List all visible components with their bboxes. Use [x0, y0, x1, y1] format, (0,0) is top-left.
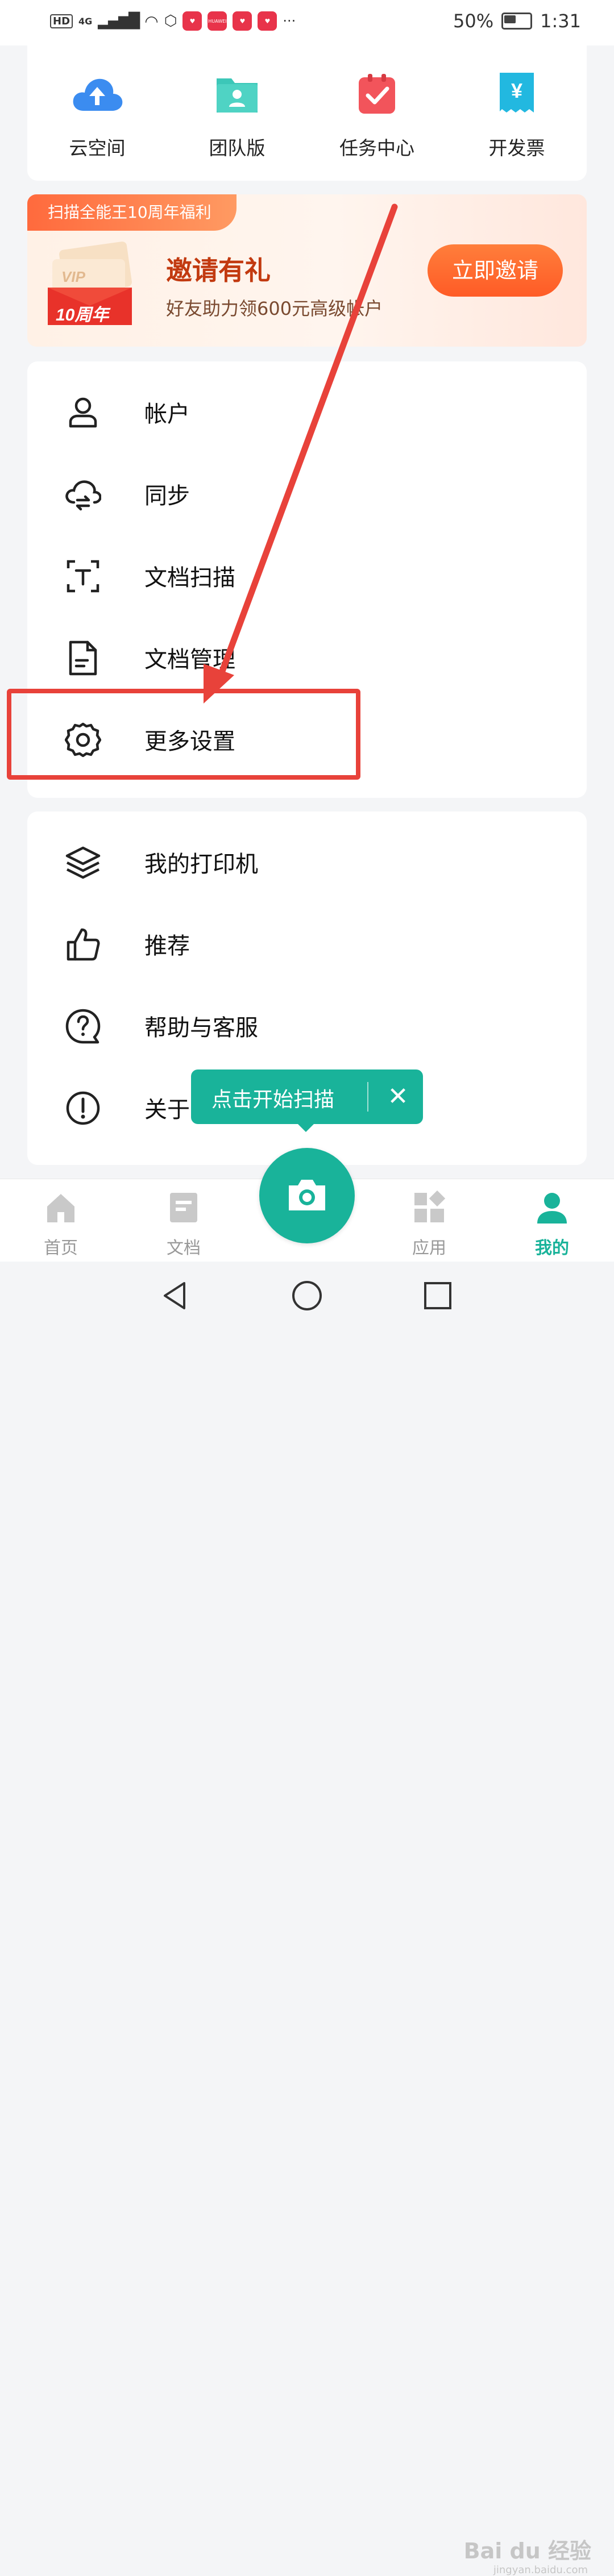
- tab-label: 我的: [535, 1238, 569, 1258]
- quick-actions-card: 云空间 团队版 任务中心 ¥ 开发票: [27, 45, 587, 181]
- menu-item-label: 帐户: [144, 401, 190, 427]
- document-icon: [69, 640, 97, 676]
- invoice-yen-icon: ¥: [491, 68, 543, 120]
- huawei-app-icon: HUAWEI: [208, 11, 227, 31]
- cloud-sync-icon: [65, 480, 101, 511]
- quick-action-cloud[interactable]: 云空间: [27, 68, 167, 160]
- tab-me[interactable]: 我的: [515, 1187, 589, 1259]
- battery-level-fill: [504, 15, 516, 23]
- tab-label: 文档: [167, 1238, 201, 1258]
- tab-label: 应用: [412, 1238, 446, 1258]
- back-icon[interactable]: [158, 1279, 192, 1313]
- menu-item-account[interactable]: 帐户: [27, 369, 587, 451]
- scan-tooltip: 点击开始扫描 ✕: [191, 1069, 423, 1124]
- help-chat-icon: [65, 1009, 101, 1044]
- recents-square-icon[interactable]: [421, 1279, 455, 1313]
- ticket-vip-text: VIP: [61, 268, 86, 285]
- ticket-anniversary-text: 10周年: [56, 306, 111, 324]
- camera-scan-button[interactable]: [259, 1148, 355, 1243]
- thumbs-up-icon: [67, 928, 100, 961]
- menu-item-label: 同步: [144, 483, 190, 509]
- notification-app-icon: ♥: [233, 11, 252, 31]
- signal-icon: ▂▄▆█: [98, 13, 140, 30]
- quick-action-label: 开发票: [488, 137, 545, 159]
- info-icon: [66, 1091, 100, 1125]
- menu-item-label: 文档扫描: [144, 565, 235, 591]
- wifi-icon: ◠: [144, 11, 159, 31]
- close-icon[interactable]: ✕: [381, 1076, 415, 1117]
- tab-apps[interactable]: 应用: [392, 1187, 466, 1259]
- tooltip-divider: [367, 1082, 368, 1112]
- invite-banner[interactable]: 扫描全能王10周年福利 VIP 10周年 邀请有礼 好友助力领600元高级帐户 …: [27, 194, 587, 347]
- menu-item-label: 帮助与客服: [144, 1015, 258, 1041]
- quick-action-invoice[interactable]: ¥ 开发票: [447, 68, 587, 160]
- cloud-upload-icon: [71, 68, 123, 120]
- home-icon: [47, 1194, 74, 1222]
- tab-documents[interactable]: 文档: [147, 1187, 221, 1259]
- menu-item-recommend[interactable]: 推荐: [27, 901, 587, 983]
- banner-tag: 扫描全能王10周年福利: [27, 194, 237, 231]
- battery-percent: 50%: [453, 10, 494, 32]
- layers-icon: [65, 846, 101, 879]
- quick-action-label: 任务中心: [339, 137, 414, 159]
- tab-home[interactable]: 首页: [24, 1187, 98, 1259]
- menu-item-help[interactable]: 帮助与客服: [27, 983, 587, 1065]
- status-right: 50% 1:31: [453, 10, 581, 32]
- shield-app-icon: ⬡: [164, 13, 177, 30]
- tooltip-text: 点击开始扫描: [211, 1088, 335, 1112]
- clock: 1:31: [540, 10, 581, 32]
- menu-item-label: 推荐: [144, 933, 190, 959]
- person-icon: [69, 397, 97, 428]
- notification-app-icon: ♥: [182, 11, 202, 31]
- menu-item-label: 文档管理: [144, 647, 235, 673]
- menu-item-doc-scan[interactable]: 文档扫描: [27, 533, 587, 615]
- banner-title: 邀请有礼: [166, 255, 271, 286]
- hd-indicator: HD: [50, 14, 73, 28]
- task-check-icon: [351, 68, 403, 120]
- camera-icon: [289, 1180, 325, 1210]
- home-circle-icon[interactable]: [290, 1279, 324, 1313]
- doc-tab-icon: [170, 1193, 197, 1222]
- battery-icon: [501, 13, 533, 30]
- status-left: HD 4G ▂▄▆█ ◠ ⬡ ♥ HUAWEI ♥ ♥ ···: [50, 11, 296, 31]
- quick-action-tasks[interactable]: 任务中心: [307, 68, 447, 160]
- tooltip-pointer: [297, 1123, 315, 1132]
- menu-item-printer[interactable]: 我的打印机: [27, 819, 587, 901]
- svg-text:¥: ¥: [511, 79, 522, 102]
- more-notifications-icon: ···: [283, 13, 296, 29]
- menu-item-label: 关于: [144, 1097, 190, 1123]
- apps-icon: [414, 1190, 446, 1222]
- watermark-logo: Bai du 经验: [463, 2538, 591, 2563]
- watermark-url: jingyan.baidu.com: [493, 2564, 588, 2576]
- menu-item-sync[interactable]: 同步: [27, 451, 587, 533]
- profile-icon: [537, 1193, 567, 1224]
- notification-app-icon: ♥: [258, 11, 277, 31]
- quick-action-team[interactable]: 团队版: [167, 68, 307, 160]
- quick-action-label: 云空间: [69, 137, 126, 159]
- menu-item-doc-manage[interactable]: 文档管理: [27, 615, 587, 697]
- invite-now-button[interactable]: 立即邀请: [428, 244, 563, 297]
- system-navigation-bar: Bai du 经验 jingyan.baidu.com: [0, 1262, 614, 2576]
- network-type: 4G: [78, 15, 93, 27]
- menu-item-label: 我的打印机: [144, 851, 258, 877]
- team-folder-icon: [211, 68, 263, 120]
- status-bar: HD 4G ▂▄▆█ ◠ ⬡ ♥ HUAWEI ♥ ♥ ··· 50% 1:31: [0, 0, 614, 45]
- text-scan-icon: [67, 560, 99, 593]
- vip-ticket-icon: VIP 10周年: [44, 240, 141, 331]
- tab-label: 首页: [44, 1238, 78, 1258]
- annotation-highlight-box: [7, 689, 360, 780]
- banner-subtitle: 好友助力领600元高级帐户: [166, 298, 383, 319]
- quick-action-label: 团队版: [209, 137, 265, 159]
